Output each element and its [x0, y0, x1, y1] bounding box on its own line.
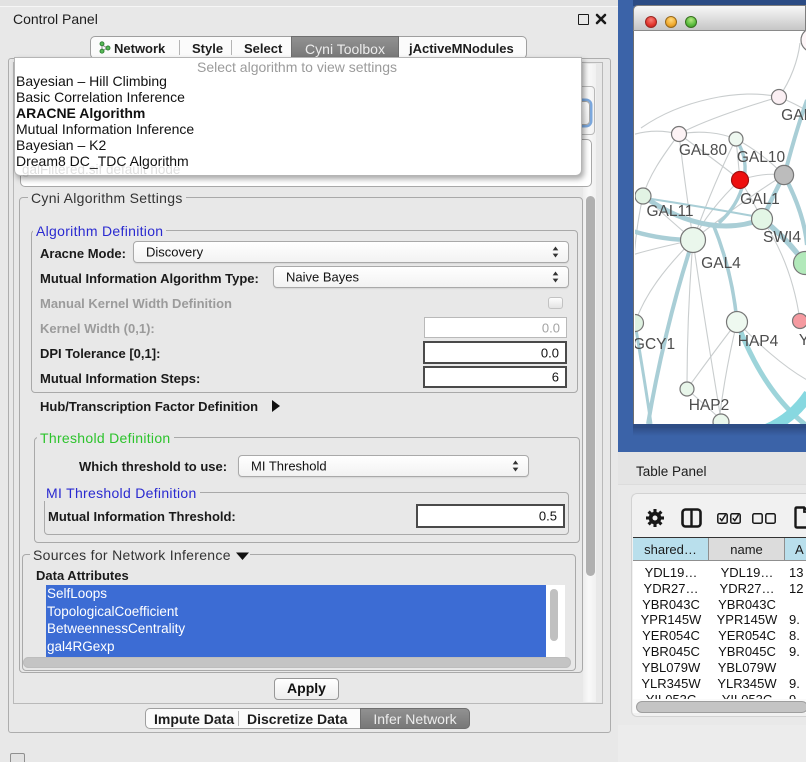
svg-text:GAL11: GAL11 [646, 203, 693, 220]
svg-text:Y: Y [799, 332, 806, 349]
svg-text:GAL8: GAL8 [781, 107, 806, 124]
svg-text:GCY1: GCY1 [635, 336, 675, 353]
svg-text:HAP4: HAP4 [738, 333, 779, 350]
svg-text:HAP2: HAP2 [689, 397, 730, 414]
svg-text:GAL1: GAL1 [740, 191, 780, 208]
svg-text:GAL10: GAL10 [737, 149, 786, 166]
svg-text:GAL4: GAL4 [701, 255, 741, 272]
svg-text:SWI4: SWI4 [763, 229, 801, 246]
svg-text:GAL80: GAL80 [679, 142, 728, 159]
